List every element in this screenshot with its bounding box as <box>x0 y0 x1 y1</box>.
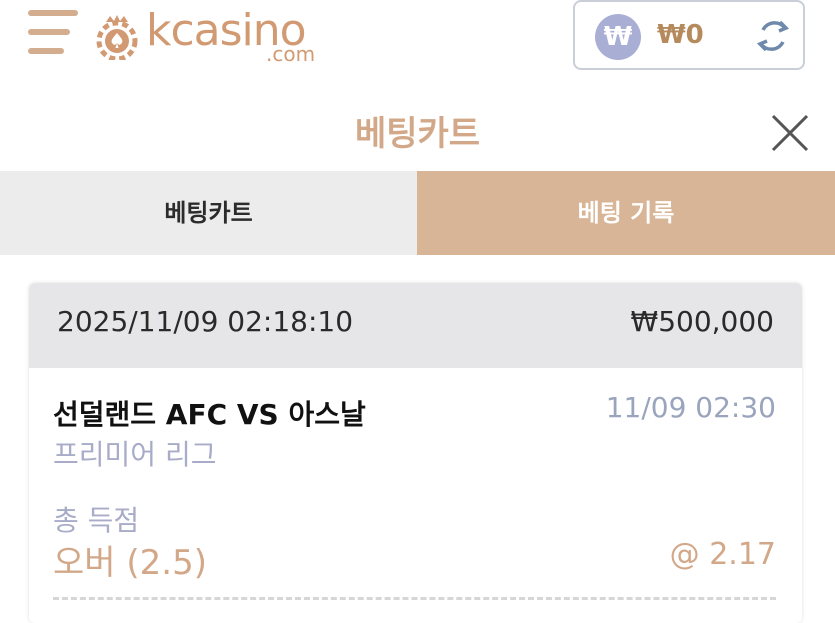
bet-history-card[interactable]: 2025/11/09 02:18:10 ₩500,000 선덜랜드 AFC VS… <box>29 283 802 623</box>
casino-chip-icon <box>96 15 138 60</box>
hamburger-icon[interactable] <box>28 8 80 58</box>
bet-datetime: 2025/11/09 02:18:10 <box>57 305 354 338</box>
match-name: 선덜랜드 AFC VS 아스날 <box>53 398 366 431</box>
balance-value: ₩0 <box>657 20 704 50</box>
won-icon: ₩ <box>595 14 641 60</box>
tab-bar: 베팅카트 베팅 기록 <box>0 171 835 255</box>
bet-selection: 오버 (2.5) <box>53 543 207 583</box>
tab-betting-history[interactable]: 베팅 기록 <box>417 171 835 255</box>
panel-title: 베팅카트 <box>354 114 481 154</box>
wallet-balance-box: ₩ ₩0 <box>573 0 805 70</box>
top-bar: kcasino .com ₩ ₩0 <box>0 0 835 80</box>
dashed-divider <box>53 597 776 600</box>
logo-subtext: .com <box>266 42 316 66</box>
league-name: 프리미어 리그 <box>53 438 217 471</box>
bet-card-header: 2025/11/09 02:18:10 ₩500,000 <box>29 283 802 368</box>
close-icon[interactable] <box>770 113 810 153</box>
site-logo[interactable]: kcasino .com <box>94 4 334 66</box>
bet-market: 총 득점 <box>53 504 140 537</box>
tab-betting-cart[interactable]: 베팅카트 <box>0 171 417 255</box>
bet-amount: ₩500,000 <box>630 305 774 338</box>
match-time: 11/09 02:30 <box>605 391 776 424</box>
bet-odds: @ 2.17 <box>669 537 776 572</box>
refresh-icon[interactable] <box>753 16 793 56</box>
